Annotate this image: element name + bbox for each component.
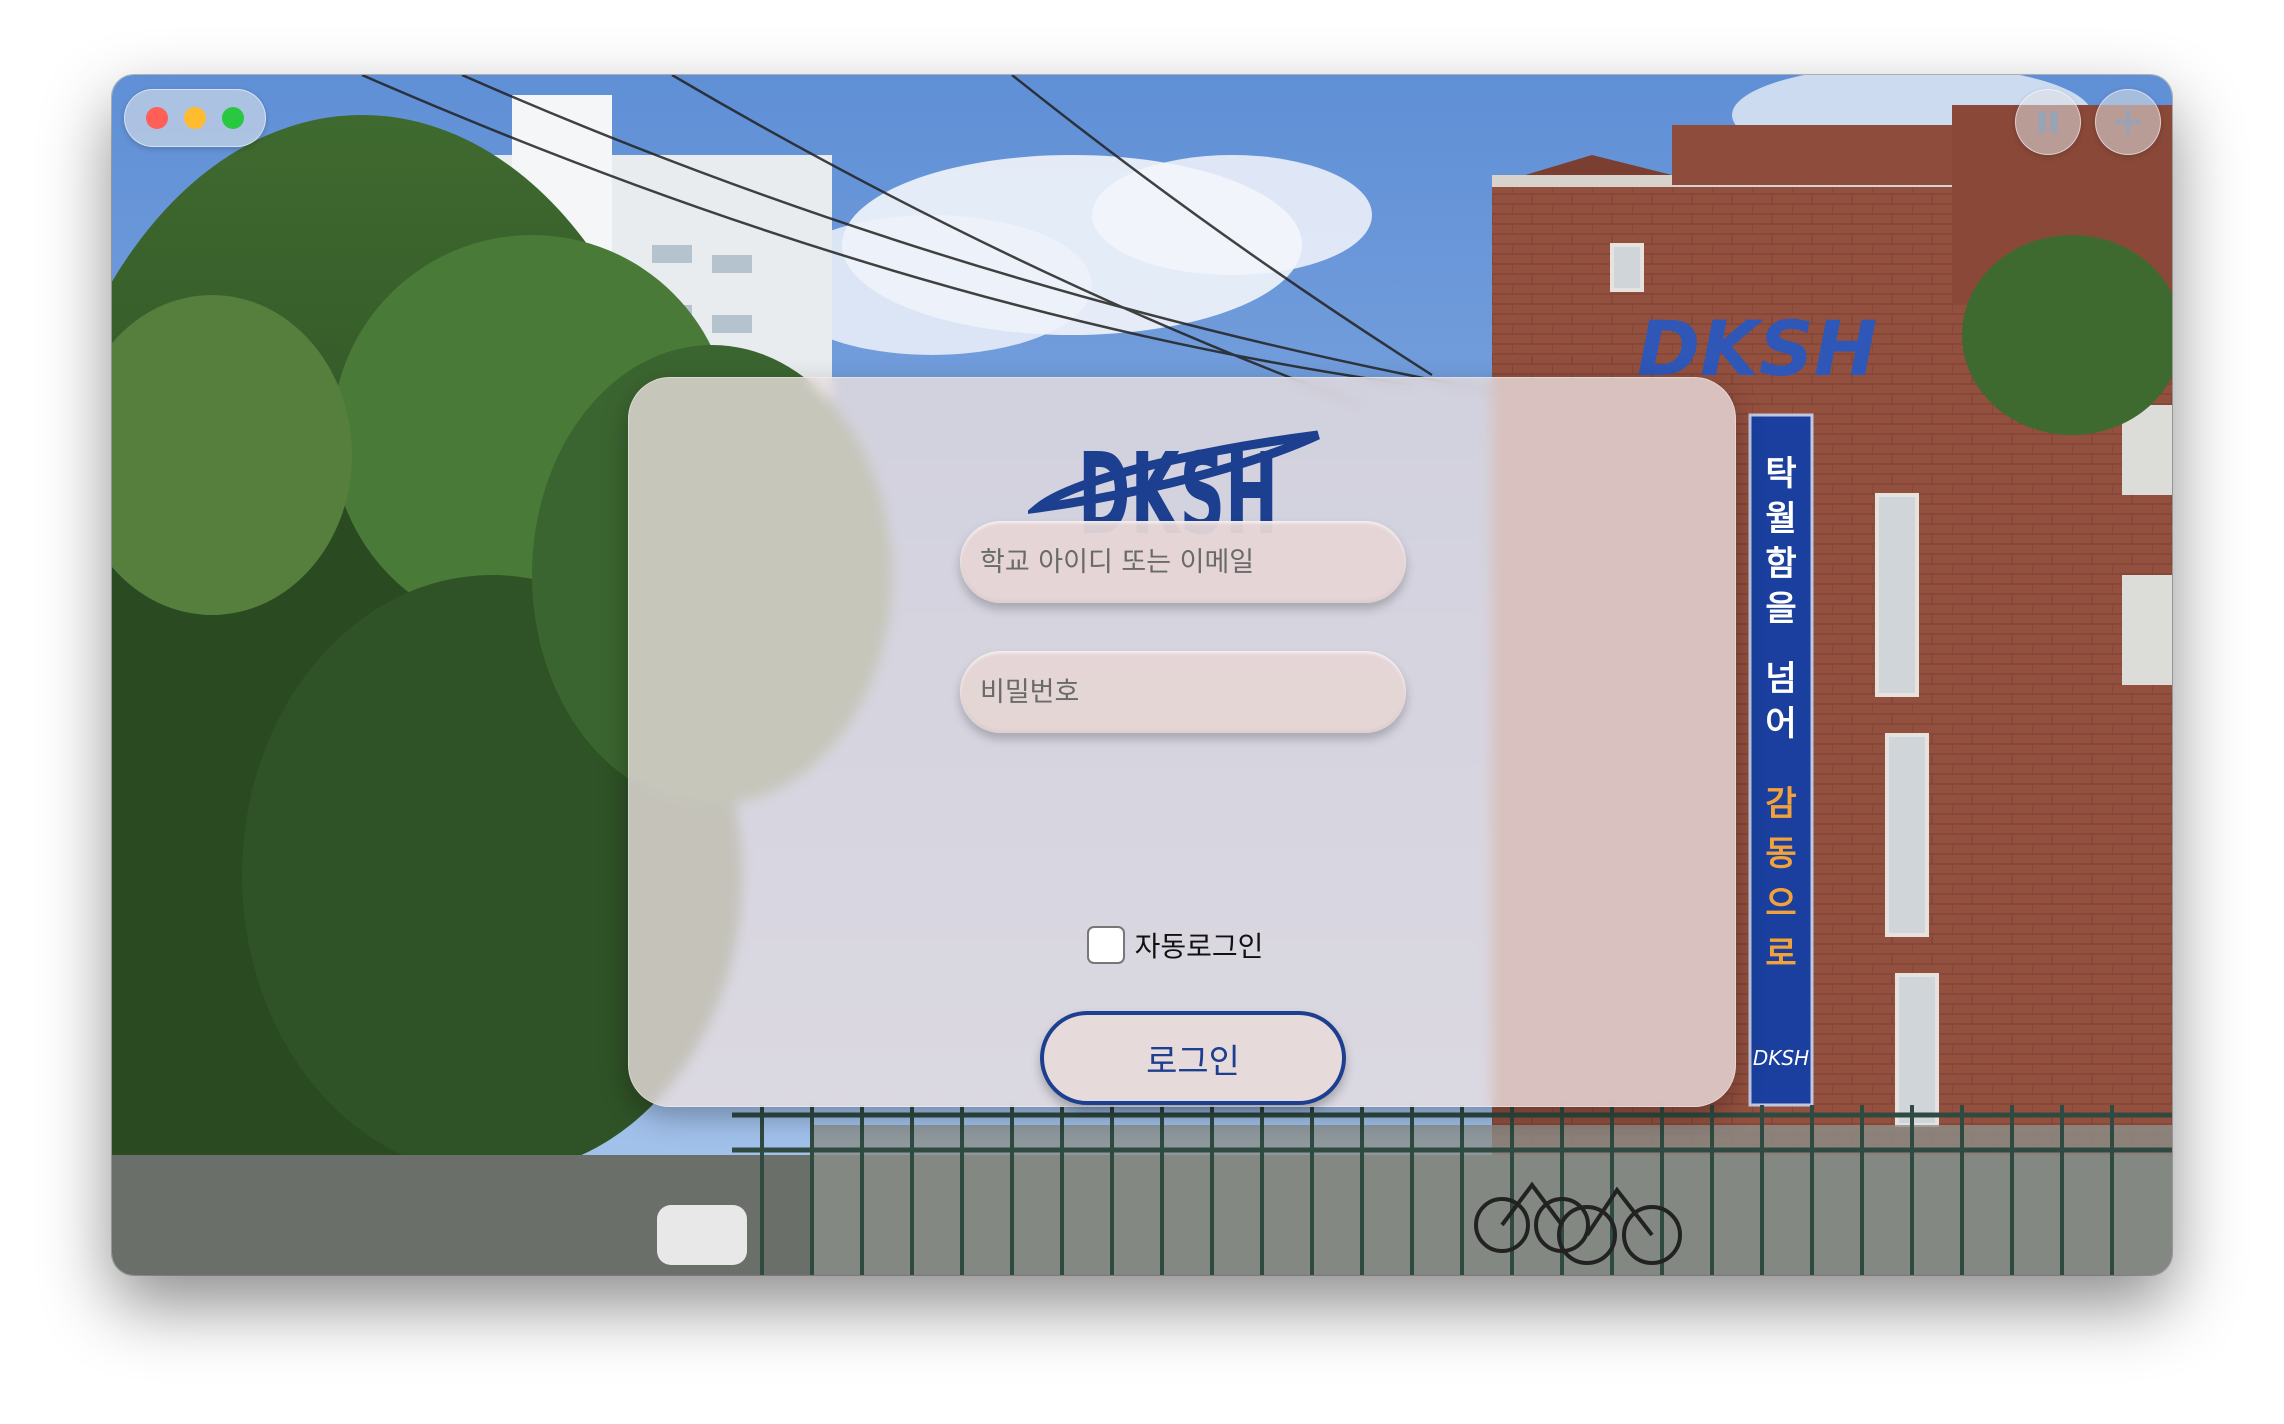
svg-text:로: 로	[1765, 934, 1796, 974]
svg-text:동: 동	[1765, 834, 1796, 874]
svg-text:함: 함	[1765, 544, 1796, 584]
svg-text:으: 으	[1765, 884, 1796, 924]
close-button[interactable]	[146, 107, 168, 129]
plus-icon	[2114, 108, 2142, 136]
auto-login-checkbox[interactable]	[1086, 926, 1125, 964]
minimize-button[interactable]	[184, 107, 206, 129]
password-field[interactable]	[960, 651, 1406, 733]
sidebar-icon	[2038, 111, 2058, 133]
auto-login-row: 자동로그인	[628, 925, 1736, 965]
login-button[interactable]: 로그인	[1040, 1011, 1346, 1105]
id-input[interactable]	[960, 521, 1406, 603]
auto-login-label[interactable]: 자동로그인	[1135, 925, 1264, 965]
svg-text:감: 감	[1765, 784, 1796, 824]
app-window: DKSH 탁 월 함 을 넘 어 감 동 으 로 DKSH DKSH 학교 아이…	[112, 75, 2172, 1275]
svg-text:DKSH: DKSH	[1753, 1046, 1809, 1070]
svg-text:월: 월	[1765, 499, 1796, 539]
svg-text:어: 어	[1765, 704, 1796, 744]
maximize-button[interactable]	[222, 107, 244, 129]
password-input[interactable]	[960, 651, 1406, 733]
svg-text:을: 을	[1765, 589, 1796, 629]
svg-text:넘: 넘	[1765, 659, 1796, 699]
new-tab-button[interactable]	[2095, 89, 2161, 155]
svg-text:탁: 탁	[1765, 454, 1796, 494]
window-controls	[124, 89, 266, 147]
id-field[interactable]	[960, 521, 1406, 603]
login-card: DKSH 자동로그인 로그인	[628, 377, 1736, 1107]
sidebar-toggle-button[interactable]	[2015, 89, 2081, 155]
